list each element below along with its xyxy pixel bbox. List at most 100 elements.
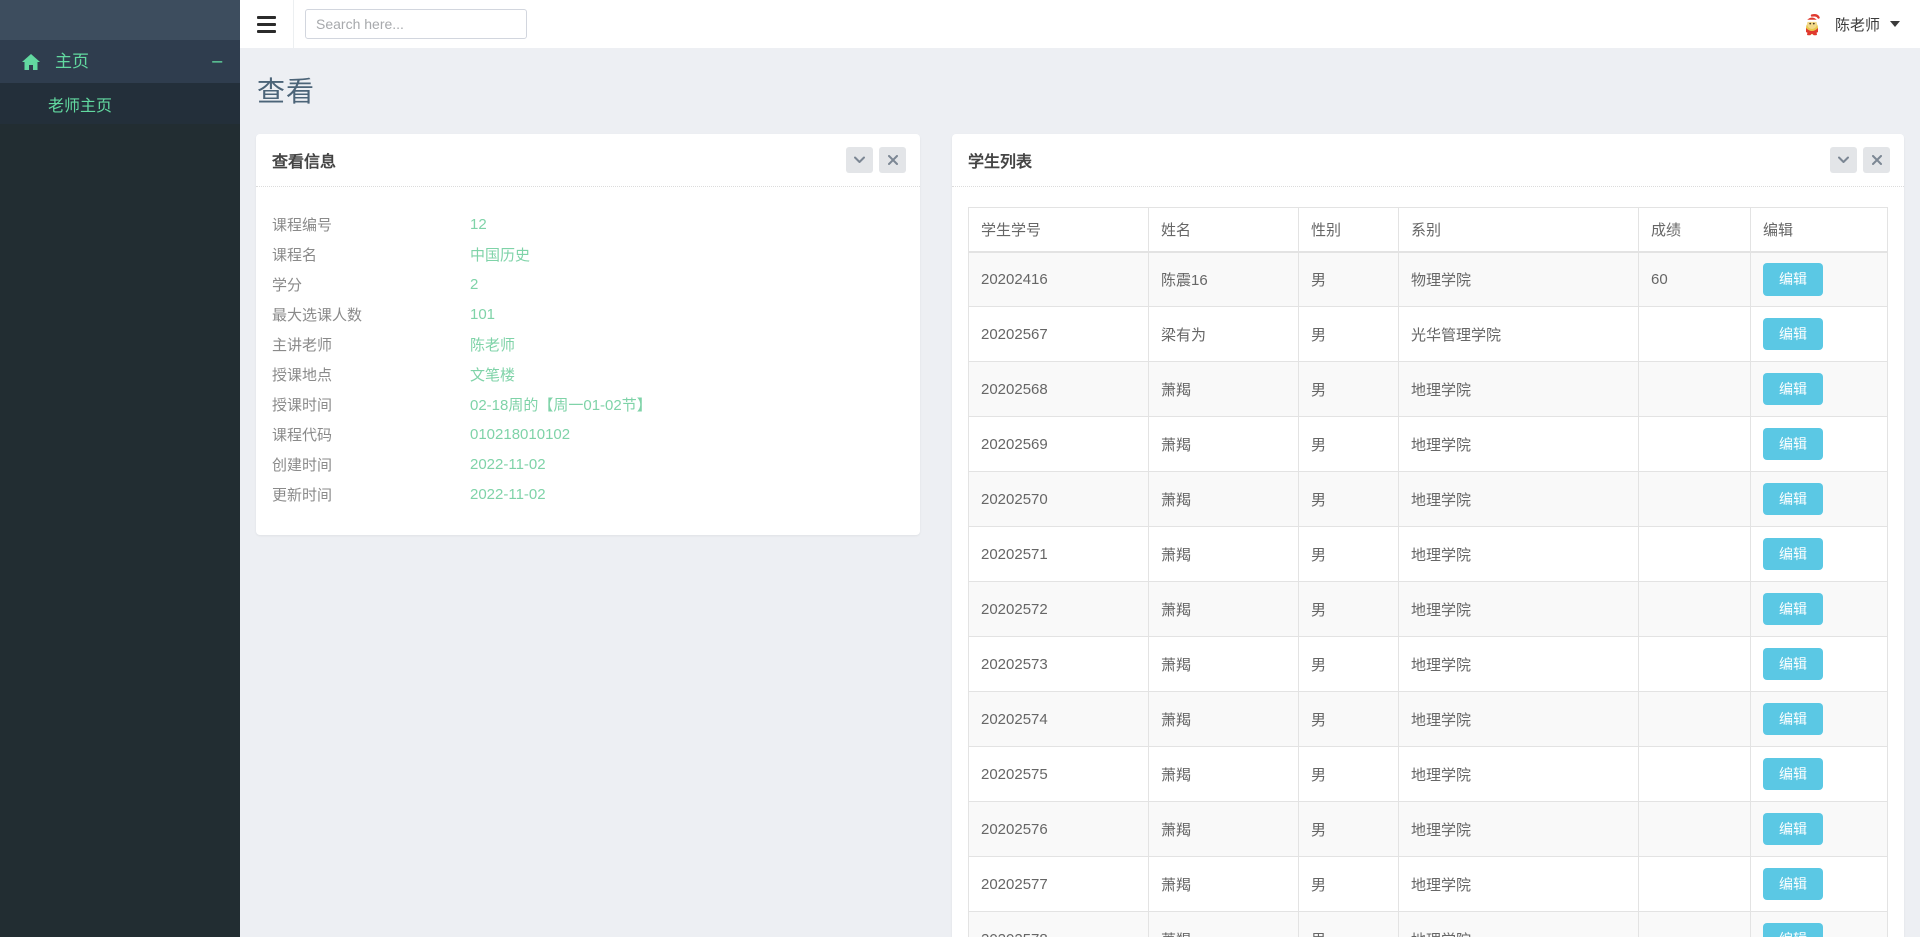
- cell-name: 陈震16: [1148, 251, 1299, 307]
- edit-button[interactable]: 编辑: [1763, 702, 1823, 736]
- sidebar-logo-area: [0, 0, 240, 40]
- search-input[interactable]: [305, 9, 527, 39]
- cell-name: 萧羯: [1148, 581, 1299, 637]
- course-info-label: 主讲老师: [272, 336, 333, 354]
- edit-button[interactable]: 编辑: [1763, 812, 1823, 846]
- course-info-value: 010218010102: [470, 425, 571, 443]
- course-info-label: 最大选课人数: [272, 306, 363, 324]
- cell-dept: 地理学院: [1398, 801, 1639, 857]
- course-info-label: 授课地点: [272, 366, 333, 384]
- edit-button[interactable]: 编辑: [1763, 537, 1823, 571]
- table-column-header: 性别: [1298, 207, 1399, 253]
- cell-score: [1638, 416, 1751, 472]
- edit-button[interactable]: 编辑: [1763, 317, 1823, 351]
- cell-sid: 20202578: [968, 911, 1149, 937]
- cell-sid: 20202575: [968, 746, 1149, 802]
- edit-button[interactable]: 编辑: [1763, 372, 1823, 406]
- top-header: 陈老师: [240, 0, 1920, 48]
- course-info-value: 文笔楼: [470, 366, 516, 384]
- cell-dept: 物理学院: [1398, 251, 1639, 307]
- course-info-row: 课程编号 12: [256, 209, 920, 239]
- table-header-row: 学生学号 姓名 性别 系别 成绩 编辑: [968, 207, 1888, 253]
- course-info-row: 授课地点 文笔楼: [256, 359, 920, 389]
- edit-button[interactable]: 编辑: [1763, 922, 1823, 937]
- collapse-button[interactable]: [1830, 147, 1857, 173]
- cell-dept: 地理学院: [1398, 856, 1639, 912]
- table-row: 20202577 萧羯男地理学院 编辑: [968, 856, 1888, 912]
- cell-sex: 男: [1298, 306, 1399, 362]
- user-name: 陈老师: [1834, 16, 1880, 34]
- close-icon: [1871, 155, 1882, 165]
- cell-edit: 编辑: [1750, 636, 1888, 692]
- table-row: 20202567 梁有为男光华管理学院 编辑: [968, 306, 1888, 362]
- chevron-down-icon[interactable]: [1890, 21, 1900, 27]
- cell-sid: 20202416: [968, 251, 1149, 307]
- edit-button[interactable]: 编辑: [1763, 867, 1823, 901]
- cell-edit: 编辑: [1750, 691, 1888, 747]
- cell-sid: 20202567: [968, 306, 1149, 362]
- student-table-body: 20202416 陈震16 男物理学院 60 编辑 20202567 梁有为男光华管理学院编…: [968, 251, 1888, 937]
- sidebar-collapse-indicator[interactable]: −: [211, 53, 224, 70]
- collapse-button[interactable]: [846, 147, 873, 173]
- cell-name: 萧羯: [1148, 636, 1299, 692]
- table-row: 20202572 萧羯男地理学院 编辑: [968, 581, 1888, 637]
- table-row: 20202571 萧羯男地理学院 编辑: [968, 526, 1888, 582]
- table-column-header: 姓名: [1148, 207, 1299, 253]
- sidebar-item-home[interactable]: 主页 −: [0, 40, 240, 83]
- student-table-container: 学生学号 姓名 性别 系别 成绩 编辑 20202416 陈震16 男物理学院 60 编辑 2020…: [952, 187, 1904, 937]
- table-row: 20202568 萧羯男地理学院 编辑: [968, 361, 1888, 417]
- course-info-label: 课程编号: [272, 216, 333, 234]
- edit-button[interactable]: 编辑: [1763, 427, 1823, 461]
- edit-button[interactable]: 编辑: [1763, 757, 1823, 791]
- student-list-panel: 学生列表 学生学号 姓名 性别 系别 成绩 编辑 20202416 陈震16 男…: [952, 134, 1904, 937]
- table-row: 20202575 萧羯男地理学院 编辑: [968, 746, 1888, 802]
- cell-sex: 男: [1298, 911, 1399, 937]
- course-info-value: 陈老师: [470, 336, 516, 354]
- cell-dept: 地理学院: [1398, 361, 1639, 417]
- table-row: 20202570 萧羯男地理学院 编辑: [968, 471, 1888, 527]
- cell-name: 萧羯: [1148, 856, 1299, 912]
- sidebar-subitem-teacher-home[interactable]: 老师主页: [0, 83, 240, 124]
- cell-sex: 男: [1298, 746, 1399, 802]
- cell-dept: 光华管理学院: [1398, 306, 1639, 362]
- cell-sid: 20202573: [968, 636, 1149, 692]
- course-info-label: 学分: [272, 276, 303, 294]
- cell-edit: 编辑: [1750, 361, 1888, 417]
- cell-dept: 地理学院: [1398, 911, 1639, 937]
- course-info-label: 课程代码: [272, 426, 333, 444]
- cell-name: 萧羯: [1148, 416, 1299, 472]
- table-column-header: 学生学号: [968, 207, 1149, 253]
- cell-sex: 男: [1298, 416, 1399, 472]
- cell-edit: 编辑: [1750, 856, 1888, 912]
- cell-edit: 编辑: [1750, 581, 1888, 637]
- cell-score: [1638, 691, 1751, 747]
- edit-button[interactable]: 编辑: [1763, 482, 1823, 516]
- close-button[interactable]: [1863, 147, 1890, 173]
- course-info-row: 更新时间 2022-11-02: [256, 479, 920, 509]
- cell-edit: 编辑: [1750, 746, 1888, 802]
- edit-button[interactable]: 编辑: [1763, 262, 1823, 296]
- page-title: 查看: [257, 76, 316, 107]
- student-table-head: 学生学号 姓名 性别 系别 成绩 编辑: [968, 207, 1888, 253]
- cell-dept: 地理学院: [1398, 746, 1639, 802]
- close-button[interactable]: [879, 147, 906, 173]
- table-row: 20202578萧羯男地理学院 编辑: [968, 911, 1888, 937]
- cell-dept: 地理学院: [1398, 691, 1639, 747]
- cell-sex: 男: [1298, 581, 1399, 637]
- course-info-value: 中国历史: [470, 246, 531, 264]
- hamburger-icon[interactable]: [240, 0, 294, 48]
- course-info-value: 2022-11-02: [470, 455, 546, 473]
- cell-sid: 20202570: [968, 471, 1149, 527]
- cell-name: 萧羯: [1148, 911, 1299, 937]
- edit-button[interactable]: 编辑: [1763, 592, 1823, 626]
- cell-name: 萧羯: [1148, 801, 1299, 857]
- user-menu[interactable]: 陈老师: [1797, 10, 1920, 38]
- course-info-panel-tools: [846, 147, 906, 173]
- cell-sex: 男: [1298, 801, 1399, 857]
- chevron-down-icon: [1838, 156, 1849, 163]
- edit-button[interactable]: 编辑: [1763, 647, 1823, 681]
- student-list-panel-tools: [1830, 147, 1890, 173]
- cell-score: [1638, 581, 1751, 637]
- course-info-label: 授课时间: [272, 396, 333, 414]
- cell-dept: 地理学院: [1398, 636, 1639, 692]
